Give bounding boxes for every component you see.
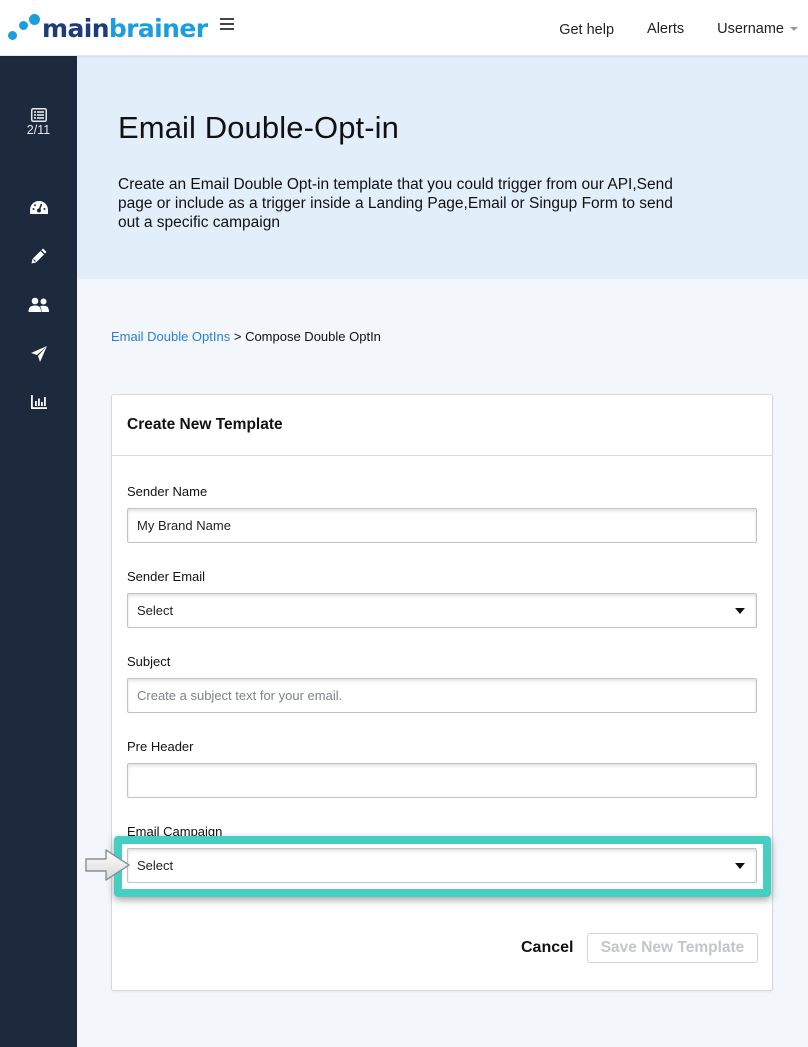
dashboard-gauge-icon <box>29 201 48 214</box>
sender-email-label: Sender Email <box>127 569 206 584</box>
hamburger-icon[interactable] <box>220 18 234 30</box>
page-title: Email Double-Opt-in <box>118 110 400 145</box>
sidebar-counter[interactable]: 2/11 <box>0 108 77 137</box>
sender-name-input[interactable] <box>127 508 757 543</box>
paper-plane-icon <box>30 346 47 362</box>
sender-email-selected: Select <box>137 603 174 618</box>
users-icon <box>28 297 49 312</box>
sidebar-item-dashboard[interactable] <box>0 196 77 220</box>
email-campaign-field: Email Campaign Select <box>127 824 757 883</box>
sender-name-label: Sender Name <box>127 484 208 499</box>
subject-label: Subject <box>127 654 171 669</box>
create-template-card: Create New Template Sender Name Sender E… <box>111 394 773 991</box>
sidebar: 2/11 <box>0 56 77 1047</box>
pre-header-label: Pre Header <box>127 739 194 754</box>
logo-text: mainbrainer <box>42 13 208 43</box>
bar-chart-icon <box>30 395 47 409</box>
subject-input[interactable] <box>127 678 757 713</box>
username-label: Username <box>717 21 784 37</box>
dropdown-arrow-icon <box>735 608 745 614</box>
brand-logo[interactable]: mainbrainer <box>8 12 208 44</box>
email-campaign-label: Email Campaign <box>127 824 223 839</box>
sidebar-counter-label: 2/11 <box>26 123 51 137</box>
caret-down-icon <box>790 27 798 32</box>
list-icon <box>30 108 47 122</box>
breadcrumb: Email Double OptIns > Compose Double Opt… <box>111 329 381 344</box>
cancel-button[interactable]: Cancel <box>521 939 573 957</box>
save-template-button[interactable]: Save New Template <box>587 933 758 963</box>
sidebar-item-send[interactable] <box>0 342 77 366</box>
breadcrumb-current: Compose Double OptIn <box>245 329 381 344</box>
page-description: Create an Email Double Opt-in template t… <box>118 176 673 231</box>
sender-email-field: Sender Email Select <box>127 569 757 628</box>
email-campaign-selected: Select <box>137 858 174 873</box>
user-menu[interactable]: Username <box>717 21 798 37</box>
card-title: Create New Template <box>112 395 772 456</box>
pre-header-field: Pre Header <box>127 739 757 798</box>
logo-dots-icon <box>8 13 40 43</box>
email-campaign-select[interactable]: Select <box>127 848 757 883</box>
sidebar-item-reports[interactable] <box>0 390 77 414</box>
sidebar-item-edit[interactable] <box>0 244 77 268</box>
subject-field: Subject <box>127 654 757 713</box>
sender-email-select[interactable]: Select <box>127 593 757 628</box>
alerts-link[interactable]: Alerts <box>647 21 684 37</box>
page-header: Email Double-Opt-in Create an Email Doub… <box>77 56 808 279</box>
sender-name-field: Sender Name <box>127 484 757 543</box>
top-nav-links: Get help Alerts Username <box>526 20 798 38</box>
pencil-icon <box>31 248 46 264</box>
dropdown-arrow-icon <box>735 863 745 869</box>
get-help-link[interactable]: Get help <box>559 22 614 38</box>
breadcrumb-separator: > <box>230 329 246 344</box>
breadcrumb-link-optins[interactable]: Email Double OptIns <box>111 329 230 344</box>
sidebar-item-contacts[interactable] <box>0 293 77 317</box>
pre-header-input[interactable] <box>127 763 757 798</box>
top-navbar: mainbrainer Get help Alerts Username <box>0 0 808 56</box>
pointer-arrow-icon <box>85 849 130 881</box>
